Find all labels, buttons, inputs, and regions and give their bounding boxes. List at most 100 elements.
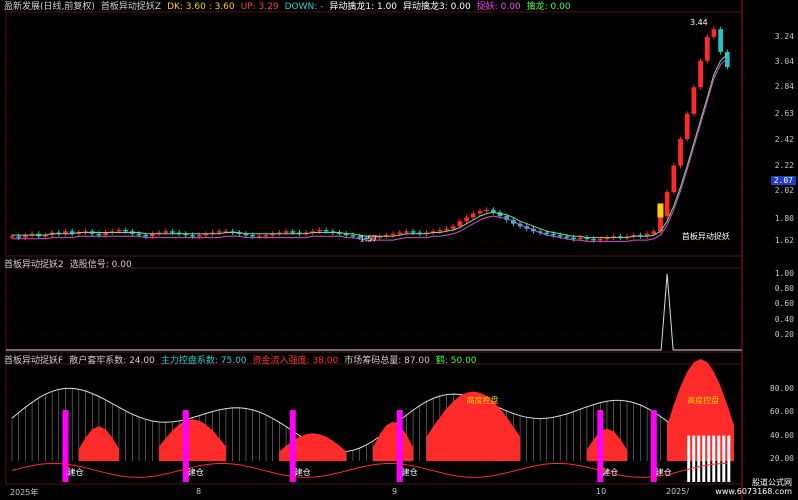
candle-body	[691, 87, 697, 114]
watermark-line-2: www.6073168.com	[715, 487, 792, 496]
panel3-header-item-1: 散户套牢系数: 24.00	[69, 356, 155, 366]
chip-pillar	[702, 435, 706, 482]
price-tick-label: 2.84	[774, 82, 794, 92]
candle-body	[290, 231, 296, 233]
candle-body	[597, 238, 603, 241]
peak-price-label: 3.44	[690, 18, 708, 27]
candle-body	[571, 237, 576, 240]
candle-body	[457, 221, 463, 227]
chip-pillar	[692, 435, 696, 482]
chart-canvas: 3.441.57 首板异动捉妖 建仓 建仓 建仓 建仓 建仓 建仓高度控盘 高度控盘	[5, 0, 743, 500]
candle-body	[96, 233, 102, 236]
chip-pillar	[717, 435, 721, 482]
chip-pillar	[712, 435, 716, 482]
control-tick-label: 20.00	[769, 453, 794, 463]
candle-body	[557, 235, 563, 237]
candle-body	[711, 29, 717, 37]
price-tick-label: 3.24	[774, 31, 794, 41]
chip-pillar	[687, 435, 691, 482]
panel2-header: 首板异动捉妖2 选股信号: 0.00	[4, 259, 138, 271]
panel3-header: 首板异动捉妖F 散户套牢系数: 24.00 主力控盘系数: 75.00 资金流入强度:…	[4, 355, 483, 367]
panel1-header: 盈新发展(日线,前复权) 首板异动捉妖Z DK: 3.60 : 3.60 UP: 3.…	[4, 1, 577, 13]
candle-body	[404, 231, 409, 233]
candle-body	[591, 238, 596, 241]
panel1-header-item-2: DK: 3.60 : 3.60	[167, 2, 235, 12]
retail-line	[11, 462, 728, 478]
candle-body	[123, 230, 128, 232]
candle-body	[470, 213, 476, 218]
candle-body	[317, 230, 322, 232]
candle-body	[450, 226, 456, 229]
signal-tick-label: 0.60	[774, 299, 794, 309]
price-tick-label: 2.42	[774, 135, 794, 145]
signal-bar-yellow	[657, 203, 664, 218]
candle-body	[551, 233, 556, 236]
hot-label-1: 高度控盘	[467, 395, 499, 405]
panel2-header-item-1: 选股信号: 0.00	[69, 260, 132, 270]
candle-body	[9, 236, 15, 238]
panel-border-2	[5, 363, 743, 485]
candle-body	[464, 217, 469, 222]
price-tick-label: 2.22	[774, 160, 794, 170]
price-tick-label: 1.80	[774, 213, 794, 223]
signal-tick-label: 0.80	[774, 284, 794, 294]
build-label: 建仓	[295, 467, 311, 477]
control-tick-label: 40.00	[769, 430, 794, 440]
panel-border-1	[5, 267, 743, 353]
panel1-header-item-1: 首板异动捉妖Z	[100, 2, 162, 12]
candle-body	[664, 192, 670, 217]
candle-body	[484, 209, 489, 212]
signal-line	[6, 273, 742, 351]
price-tick-label: 2.02	[774, 185, 794, 195]
watermark: 股道公式网 www.6073168.com	[715, 478, 792, 496]
panel1-header-item-6: 异动擒龙3: 0.00	[403, 2, 471, 12]
candle-body	[350, 235, 356, 237]
ma-line-green	[12, 54, 728, 239]
candle-body	[410, 231, 416, 233]
panel3-header-item-0: 首板异动捉妖F	[4, 356, 64, 366]
signal-tick-label: 0.40	[774, 314, 794, 324]
signal-panel	[6, 273, 742, 351]
candle-body	[684, 113, 690, 140]
inflow-area	[373, 421, 414, 462]
panel1-header-item-4: DOWN: -	[284, 2, 324, 12]
inflow-area	[159, 419, 226, 462]
inflow-area	[586, 428, 627, 462]
build-label: 建仓	[67, 467, 83, 477]
hot-label-2: 高度控盘	[687, 395, 719, 405]
candle-body	[397, 232, 403, 235]
signal-tick-label: 0.20	[774, 329, 794, 339]
watermark-line-1: 股道公式网	[752, 478, 792, 487]
candle-body	[577, 237, 583, 240]
candle-body	[390, 233, 396, 236]
candle-body	[116, 230, 122, 232]
candle-body	[263, 235, 269, 237]
panel-border-0	[5, 11, 743, 257]
price-tick-label: 3.04	[774, 57, 794, 66]
candle-body	[477, 211, 483, 214]
candle-body	[444, 228, 449, 231]
panel2-header-item-0: 首板异动捉妖2	[4, 260, 64, 270]
candle-body	[196, 235, 202, 237]
x-axis-label: 2025年	[10, 488, 39, 497]
candle-body	[651, 231, 657, 234]
candle-body	[163, 231, 169, 233]
candle-body	[544, 232, 550, 235]
panel3-header-item-5: 鹤: 50.00	[435, 356, 477, 366]
panel1-header-item-5: 异动擒龙1: 1.00	[329, 2, 398, 12]
low-price-label: 1.57	[360, 234, 378, 243]
panel3-header-item-4: 市场筹码总量: 87.00	[344, 356, 430, 366]
candle-body	[216, 231, 222, 233]
candle-body	[143, 235, 149, 237]
candle-body	[718, 29, 723, 52]
price-tick-label: 1.62	[774, 236, 794, 246]
candle-body	[136, 233, 142, 236]
panel1-header-item-3: UP: 3.29	[240, 2, 279, 12]
build-label: 建仓	[402, 467, 418, 477]
x-axis-label: 8	[196, 487, 202, 496]
x-axis-label: 2025/	[666, 487, 690, 496]
grid-lines	[5, 0, 743, 500]
panel3-header-item-3: 资金流入强度: 38.00	[252, 356, 339, 366]
candle-body	[698, 60, 703, 88]
signal-annotation: 首板异动捉妖	[682, 231, 730, 241]
